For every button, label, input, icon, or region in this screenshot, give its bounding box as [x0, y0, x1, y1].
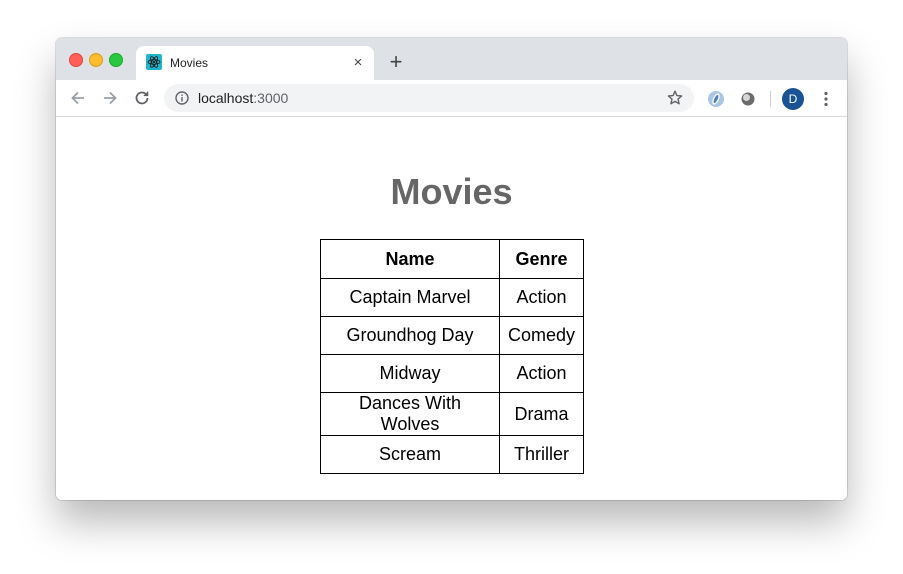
- address-bar[interactable]: localhost:3000: [164, 84, 694, 112]
- column-header-genre: Genre: [498, 239, 585, 279]
- movie-genre-cell: Action: [498, 278, 585, 317]
- star-icon[interactable]: [666, 89, 684, 107]
- page-content: Movies Name Genre Captain Marvel Action …: [56, 117, 847, 500]
- close-window-button[interactable]: [69, 53, 83, 67]
- url-host: localhost: [198, 90, 254, 106]
- url-text[interactable]: localhost:3000: [198, 90, 288, 106]
- maximize-window-button[interactable]: [109, 53, 123, 67]
- movies-table: Name Genre Captain Marvel Action Groundh…: [320, 239, 585, 474]
- page-title: Movies: [390, 171, 513, 212]
- react-favicon-icon: [146, 54, 162, 70]
- more-icon[interactable]: [816, 89, 836, 109]
- table-header-row: Name Genre: [320, 239, 585, 279]
- movie-genre-cell: Drama: [498, 392, 585, 436]
- tab-bar: Movies × +: [56, 38, 847, 80]
- table-row: Midway Action: [320, 354, 585, 393]
- movie-name-cell: Captain Marvel: [320, 278, 500, 317]
- toolbar-divider: [770, 91, 771, 107]
- movie-name-cell: Scream: [320, 435, 500, 474]
- extension-icon[interactable]: [739, 90, 757, 108]
- table-row: Scream Thriller: [320, 435, 585, 474]
- forward-icon[interactable]: [100, 88, 120, 108]
- browser-window: Movies × + localhost:3000 D Movies Name …: [56, 38, 847, 500]
- table-row: Dances With Wolves Drama: [320, 392, 585, 436]
- minimize-window-button[interactable]: [89, 53, 103, 67]
- movie-genre-cell: Action: [498, 354, 585, 393]
- toolbar: localhost:3000 D: [56, 80, 847, 117]
- avatar[interactable]: D: [782, 88, 804, 110]
- movie-name-cell: Groundhog Day: [320, 316, 500, 355]
- tab-close-icon[interactable]: ×: [348, 53, 368, 73]
- reload-icon[interactable]: [132, 88, 152, 108]
- tab-title: Movies: [170, 56, 209, 70]
- info-icon[interactable]: [174, 90, 190, 106]
- movie-name-cell: Midway: [320, 354, 500, 393]
- back-icon[interactable]: [68, 88, 88, 108]
- url-port: :3000: [253, 90, 289, 106]
- table-row: Captain Marvel Action: [320, 278, 585, 317]
- extension-icon[interactable]: [707, 90, 725, 108]
- movie-genre-cell: Comedy: [498, 316, 585, 355]
- movie-name-cell: Dances With Wolves: [320, 392, 500, 436]
- new-tab-button[interactable]: +: [386, 51, 406, 73]
- column-header-name: Name: [320, 239, 500, 279]
- tab-movies[interactable]: Movies ×: [136, 46, 374, 80]
- table-row: Groundhog Day Comedy: [320, 316, 585, 355]
- movie-genre-cell: Thriller: [498, 435, 585, 474]
